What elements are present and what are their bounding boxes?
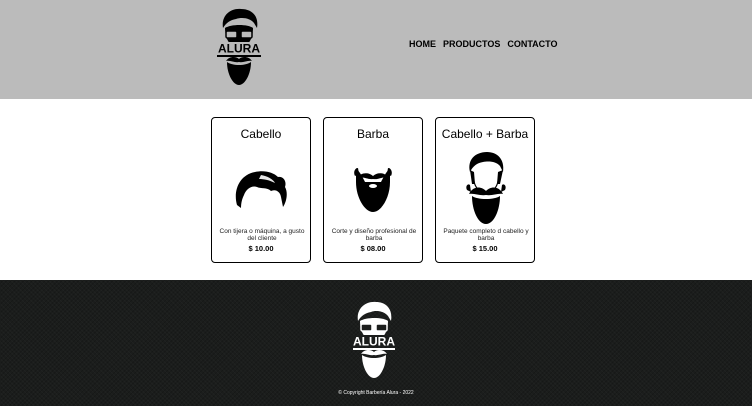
footer: ALURA © Copyright Barbería Alura - 2022 (0, 280, 752, 406)
logo-text: ALURA (353, 335, 395, 349)
copyright-text: © Copyright Barbería Alura - 2022 (338, 390, 414, 396)
hair-and-beard-icon (466, 152, 506, 224)
barber-logo-icon: ALURA (351, 301, 397, 378)
beard-icon (354, 168, 392, 212)
product-card-barba[interactable]: Barba Corte y diseño profesional de barb… (323, 117, 423, 263)
product-title: Barba (356, 127, 390, 141)
product-card-cabello-barba[interactable]: Cabello + Barba Paquete completo d cabel… (435, 117, 535, 263)
footer-brand-logo[interactable]: ALURA (350, 299, 398, 379)
product-price: $ 15.00 (472, 244, 498, 253)
logo-text: ALURA (218, 42, 260, 56)
nav-productos-link[interactable]: PRODUCTOS (443, 39, 500, 49)
products-section: Cabello Con tijera o máquina, a gusto de… (0, 99, 752, 280)
brand-logo[interactable]: ALURA (212, 6, 266, 86)
product-description: Corte y diseño profesional de barba (331, 228, 417, 242)
product-card-cabello[interactable]: Cabello Con tijera o máquina, a gusto de… (211, 117, 311, 263)
product-price: $ 08.00 (360, 244, 386, 253)
product-title: Cabello (240, 127, 282, 141)
product-price: $ 10.00 (248, 244, 274, 253)
main-nav: HOME PRODUCTOS CONTACTO (409, 39, 558, 49)
header: ALURA HOME PRODUCTOS CONTACTO (0, 0, 752, 99)
product-description: Paquete completo d cabello y barba (443, 228, 529, 242)
product-title: Cabello + Barba (441, 127, 529, 141)
hair-icon (235, 171, 287, 208)
nav-contacto-link[interactable]: CONTACTO (507, 39, 557, 49)
nav-home-link[interactable]: HOME (409, 39, 436, 49)
product-description: Con tijera o máquina, a gusto del client… (219, 228, 305, 242)
barber-logo-icon: ALURA (215, 8, 263, 85)
